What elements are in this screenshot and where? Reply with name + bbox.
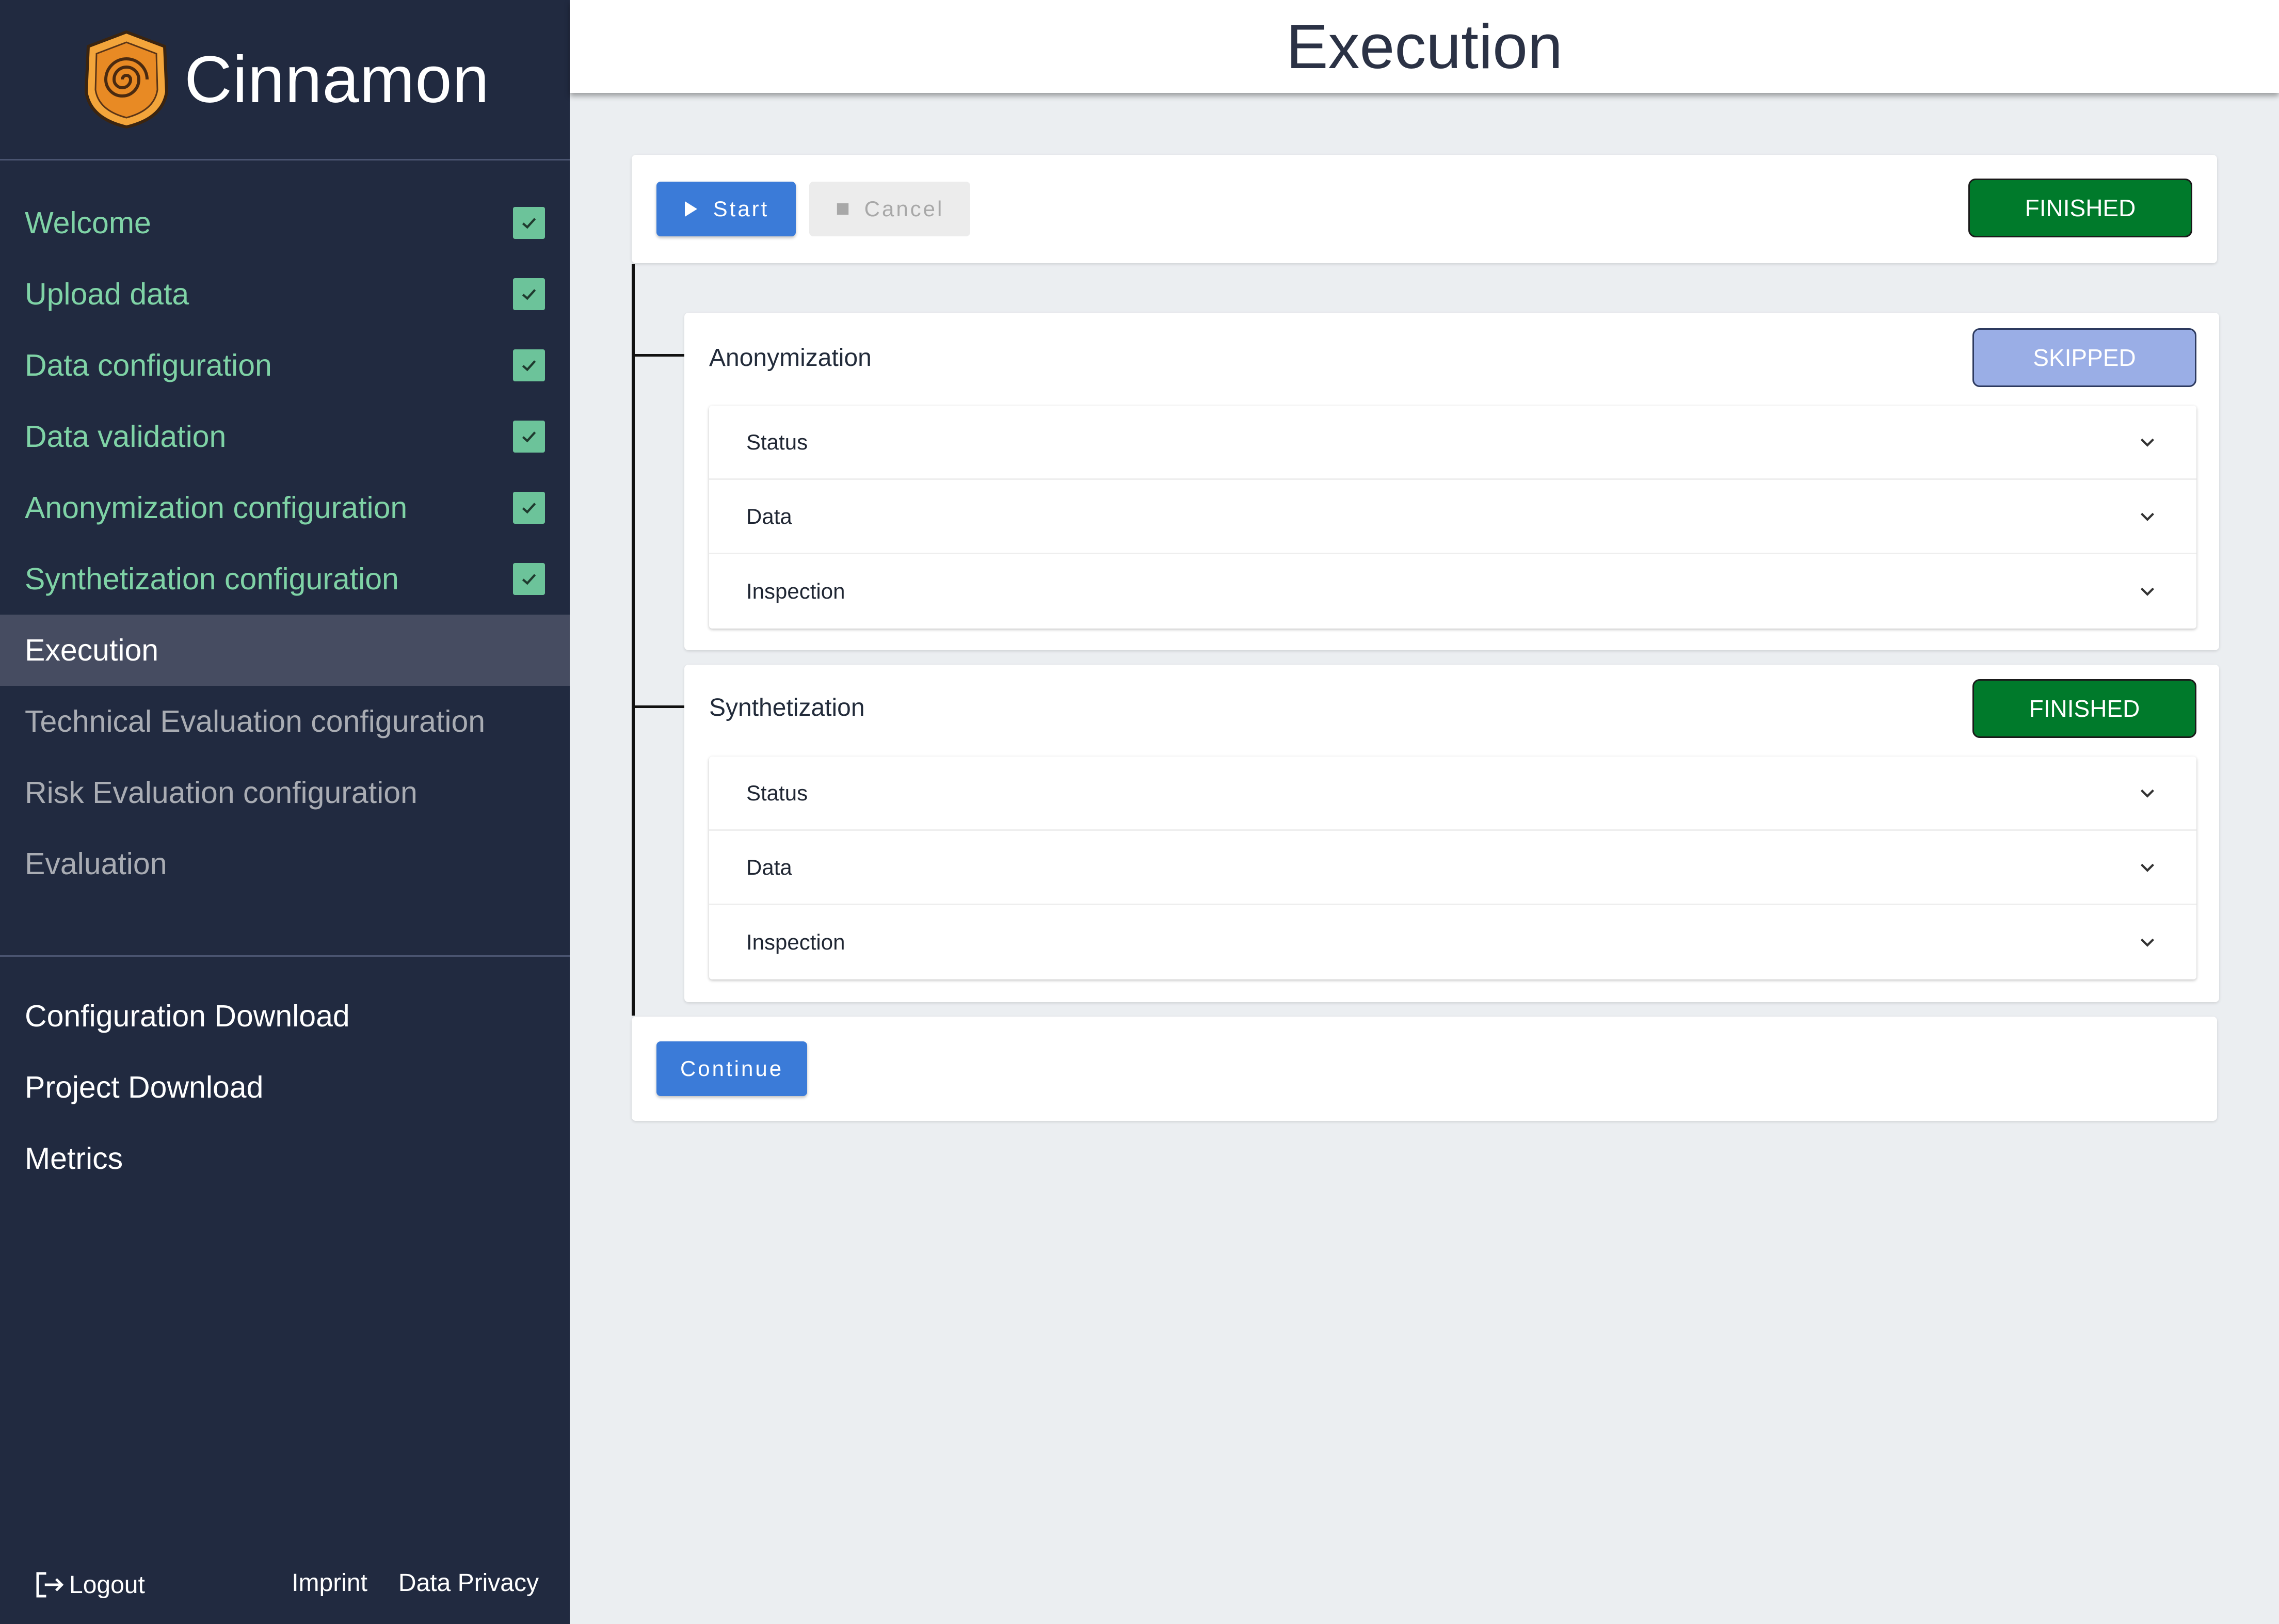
chevron-down-icon [2141, 789, 2154, 798]
step-title: Anonymization [709, 344, 872, 372]
step-details-panel: Status Data Inspection [709, 757, 2196, 979]
row-label: Inspection [746, 930, 845, 954]
expandable-row-data[interactable]: Data [709, 831, 2196, 905]
check-icon [513, 492, 545, 524]
logout-icon [36, 1572, 64, 1598]
nav-step-technical-evaluation-configuration[interactable]: Technical Evaluation configuration [0, 686, 570, 757]
check-icon [513, 278, 545, 310]
start-button[interactable]: Start [656, 182, 796, 236]
play-icon [684, 201, 697, 217]
metrics-link[interactable]: Metrics [0, 1123, 570, 1194]
configuration-download-link[interactable]: Configuration Download [0, 980, 570, 1052]
check-icon [513, 421, 545, 453]
logout-label: Logout [69, 1571, 145, 1599]
cinnamon-roll-logo-icon [85, 30, 169, 129]
nav-step-upload-data[interactable]: Upload data [0, 259, 570, 330]
step-status-badge: SKIPPED [1972, 328, 2196, 387]
anonymization-step-card: Anonymization SKIPPED Status Data Inspec… [684, 313, 2219, 650]
nav-step-label: Evaluation [25, 847, 167, 881]
nav-step-data-validation[interactable]: Data validation [0, 401, 570, 472]
check-icon [513, 207, 545, 239]
row-label: Inspection [746, 579, 845, 603]
nav-step-label: Execution [25, 633, 159, 667]
continue-button[interactable]: Continue [656, 1041, 807, 1096]
nav-step-label: Technical Evaluation configuration [25, 704, 486, 738]
timeline-connector [633, 705, 684, 708]
timeline-line [632, 264, 635, 1016]
step-status-badge: FINISHED [1972, 679, 2196, 738]
chevron-down-icon [2141, 587, 2154, 596]
row-label: Status [746, 429, 808, 454]
row-label: Data [746, 855, 792, 879]
nav-step-data-configuration[interactable]: Data configuration [0, 330, 570, 401]
nav-step-label: Risk Evaluation configuration [25, 776, 418, 810]
logout-button[interactable]: Logout [32, 1568, 145, 1602]
nav-step-welcome[interactable]: Welcome [0, 187, 570, 259]
brand[interactable]: Cinnamon [0, 0, 570, 160]
expandable-row-inspection[interactable]: Inspection [709, 905, 2196, 979]
nav-step-label: Data configuration [25, 348, 272, 382]
expandable-row-inspection[interactable]: Inspection [709, 554, 2196, 629]
expandable-row-status[interactable]: Status [709, 757, 2196, 831]
chevron-down-icon [2141, 938, 2154, 947]
nav-step-execution[interactable]: Execution [0, 615, 570, 686]
check-icon [513, 563, 545, 595]
page-header: Execution [570, 0, 2279, 93]
continue-card: Continue [632, 1017, 2217, 1121]
check-icon [513, 349, 545, 381]
data-privacy-link[interactable]: Data Privacy [398, 1569, 539, 1597]
nav-step-label: Data validation [25, 420, 227, 454]
sidebar: Cinnamon Welcome Upload data Data config… [0, 0, 570, 1624]
cancel-label: Cancel [864, 197, 944, 221]
project-download-link[interactable]: Project Download [0, 1052, 570, 1123]
expandable-row-data[interactable]: Data [709, 480, 2196, 554]
execution-toolbar: Start Cancel FINISHED [632, 155, 2217, 263]
step-navigation: Welcome Upload data Data configuration D… [0, 160, 570, 899]
chevron-down-icon [2141, 512, 2154, 521]
imprint-link[interactable]: Imprint [292, 1569, 367, 1597]
nav-step-evaluation[interactable]: Evaluation [0, 828, 570, 899]
timeline-connector [633, 354, 684, 357]
page-title: Execution [1286, 11, 1563, 82]
app-title: Cinnamon [184, 42, 490, 117]
nav-step-label: Welcome [25, 206, 151, 240]
step-details-panel: Status Data Inspection [709, 406, 2196, 629]
start-label: Start [713, 197, 769, 221]
step-title: Synthetization [709, 694, 865, 721]
chevron-down-icon [2141, 863, 2154, 872]
nav-step-synthetization-configuration[interactable]: Synthetization configuration [0, 543, 570, 615]
expandable-row-status[interactable]: Status [709, 406, 2196, 480]
row-label: Data [746, 504, 792, 528]
overall-status-badge: FINISHED [1968, 179, 2192, 237]
sidebar-links: Configuration Download Project Download … [0, 957, 570, 1194]
stop-icon [837, 203, 848, 215]
chevron-down-icon [2141, 438, 2154, 447]
sidebar-footer: Logout Imprint Data Privacy [0, 1541, 570, 1624]
row-label: Status [746, 780, 808, 805]
nav-step-label: Upload data [25, 277, 189, 311]
nav-step-label: Synthetization configuration [25, 562, 399, 596]
nav-step-anonymization-configuration[interactable]: Anonymization configuration [0, 472, 570, 543]
cancel-button[interactable]: Cancel [809, 182, 970, 236]
nav-step-label: Anonymization configuration [25, 491, 408, 525]
nav-step-risk-evaluation-configuration[interactable]: Risk Evaluation configuration [0, 757, 570, 828]
synthetization-step-card: Synthetization FINISHED Status Data Insp… [684, 665, 2219, 1002]
